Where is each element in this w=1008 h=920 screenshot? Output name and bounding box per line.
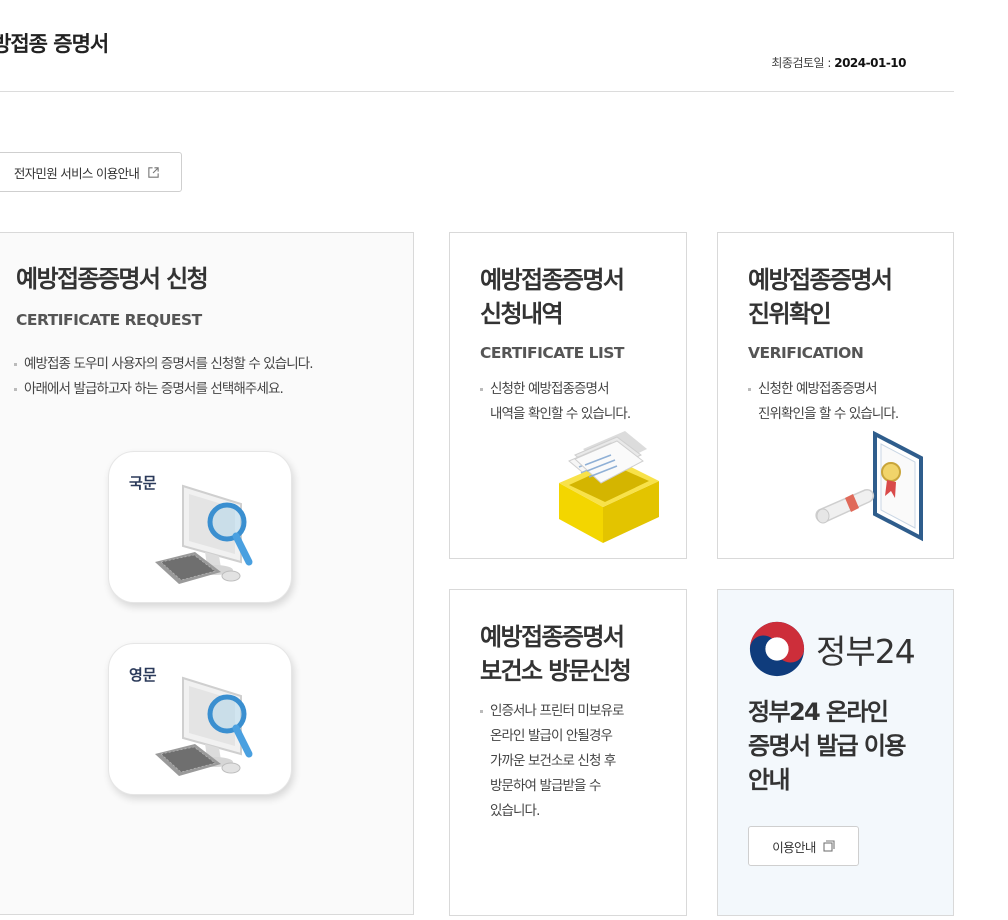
- english-certificate-button[interactable]: 영문: [108, 643, 292, 795]
- e-service-guide-button[interactable]: 전자민원 서비스 이용안내: [0, 152, 182, 192]
- list-card-title: 예방접종증명서 신청내역: [480, 266, 625, 328]
- review-date: 최종검토일 : 2024-01-10: [771, 56, 906, 70]
- gov24-card-title: 정부24 온라인 증명서 발급 이용 안내: [748, 698, 906, 794]
- gov24-logo: 정부24: [748, 620, 916, 678]
- certificate-list-card[interactable]: 예방접종증명서 신청내역 CERTIFICATE LIST 신청한 예방접종증명…: [449, 232, 687, 559]
- verify-card-subtitle: VERIFICATION: [748, 344, 864, 362]
- request-desc-item: 예방접종 도우미 사용자의 증명서를 신청할 수 있습니다.: [14, 352, 314, 377]
- guide-button-label: 전자민원 서비스 이용안내: [13, 165, 140, 181]
- list-card-desc: 신청한 예방접종증명서 내역을 확인할 수 있습니다.: [480, 377, 631, 427]
- health-center-visit-card[interactable]: 예방접종증명서 보건소 방문신청 인증서나 프린터 미보유로 온라인 발급이 안…: [449, 589, 687, 916]
- verification-card[interactable]: 예방접종증명서 진위확인 VERIFICATION 신청한 예방접종증명서 진위확…: [717, 232, 954, 559]
- gov24-card: 정부24 정부24 온라인 증명서 발급 이용 안내 이용안내: [717, 589, 954, 916]
- certificate-scroll-icon: [815, 430, 923, 542]
- visit-card-desc: 인증서나 프린터 미보유로 온라인 발급이 안될경우 가까운 보건소로 신청 후…: [480, 699, 624, 824]
- visit-desc-item: 인증서나 프린터 미보유로 온라인 발급이 안될경우 가까운 보건소로 신청 후…: [480, 699, 624, 824]
- verify-card-desc: 신청한 예방접종증명서 진위확인을 할 수 있습니다.: [748, 377, 899, 427]
- taegeuk-icon: [749, 621, 805, 677]
- document-box-icon: [559, 431, 659, 543]
- list-desc-item: 신청한 예방접종증명서 내역을 확인할 수 있습니다.: [480, 377, 631, 427]
- title-divider: [0, 91, 954, 92]
- list-card-subtitle: CERTIFICATE LIST: [480, 344, 625, 362]
- korean-certificate-button[interactable]: 국문: [108, 451, 292, 603]
- verify-desc-item: 신청한 예방접종증명서 진위확인을 할 수 있습니다.: [748, 377, 899, 427]
- request-desc-item: 아래에서 발급하고자 하는 증명서를 선택해주세요.: [14, 377, 313, 402]
- request-card-title: 예방접종증명서 신청: [16, 265, 209, 293]
- request-card-desc: 예방접종 도우미 사용자의 증명서를 신청할 수 있습니다. 아래에서 발급하고…: [14, 352, 314, 402]
- computer-search-icon: [155, 676, 253, 776]
- page-title: 방접종 증명서: [0, 32, 109, 56]
- request-card-subtitle: CERTIFICATE REQUEST: [16, 311, 202, 329]
- verify-card-title: 예방접종증명서 진위확인: [748, 266, 893, 328]
- gov24-logo-text: 정부24: [816, 632, 916, 671]
- new-window-icon: [823, 840, 835, 852]
- visit-card-title: 예방접종증명서 보건소 방문신청: [480, 623, 632, 685]
- gov24-guide-label: 이용안내: [772, 839, 816, 855]
- gov24-guide-button[interactable]: 이용안내: [748, 826, 859, 866]
- computer-search-icon: [155, 484, 253, 584]
- external-link-icon: [148, 166, 159, 178]
